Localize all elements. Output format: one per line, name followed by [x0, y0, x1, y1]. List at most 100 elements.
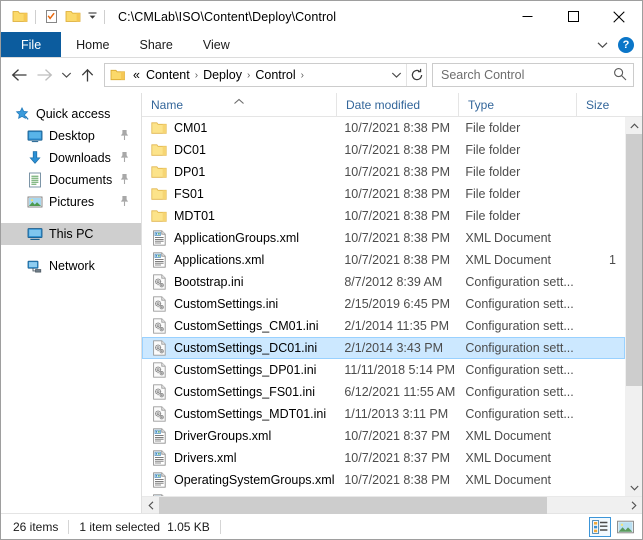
- explorer-app-icon[interactable]: [9, 6, 31, 28]
- pin-icon[interactable]: [119, 173, 133, 188]
- table-row[interactable]: OperatingSystems.xml 10/7/2021 8:38 PMXML…: [142, 491, 625, 496]
- breadcrumb[interactable]: « Content › Deploy › Control ›: [104, 63, 427, 87]
- selection-count-label: 1 item selected: [79, 519, 161, 534]
- sidebar-item-network[interactable]: Network: [1, 255, 141, 277]
- file-name-label: CustomSettings_DC01.ini: [174, 341, 318, 355]
- cell-name: FS01: [143, 186, 336, 202]
- cell-date-modified: 10/7/2021 8:38 PM: [344, 473, 450, 487]
- column-date-modified[interactable]: Date modified: [337, 92, 459, 117]
- search-icon[interactable]: [613, 67, 627, 84]
- file-name-label: CM01: [174, 121, 208, 135]
- cell-date-modified: 11/11/2018 5:14 PM: [344, 363, 456, 377]
- breadcrumb-separator-icon[interactable]: ›: [245, 70, 252, 81]
- file-name-label: Bootstrap.ini: [174, 275, 244, 289]
- cell-name: MDT01: [143, 208, 336, 224]
- table-row[interactable]: FS01 10/7/2021 8:38 PM File folder: [142, 183, 625, 205]
- file-name-label: ApplicationGroups.xml: [174, 231, 300, 245]
- table-row[interactable]: CustomSettings_DC01.ini 2/1/2014 3:43 PM C…: [142, 337, 625, 359]
- column-headers: Name Date modified Type Size: [142, 92, 642, 117]
- scroll-left-button[interactable]: [142, 497, 159, 513]
- sidebar-item-this-pc[interactable]: This PC: [1, 223, 141, 245]
- sidebar-item-downloads[interactable]: Downloads: [1, 147, 141, 169]
- table-row[interactable]: CustomSettings_CM01.ini 2/1/2014 11:35 PM…: [142, 315, 625, 337]
- cell-type: File folder: [465, 165, 521, 179]
- sidebar-item-desktop[interactable]: Desktop: [1, 125, 141, 147]
- tab-home[interactable]: Home: [61, 32, 124, 57]
- breadcrumb-overflow[interactable]: «: [130, 68, 143, 82]
- column-name[interactable]: Name: [142, 92, 337, 117]
- documents-icon: [27, 172, 43, 188]
- help-icon[interactable]: ?: [618, 36, 634, 53]
- refresh-icon[interactable]: [406, 64, 426, 86]
- table-row[interactable]: ApplicationGroups.xml 10/7/2021 8:38 PM XM…: [142, 227, 625, 249]
- table-row[interactable]: CustomSettings_DP01.ini 11/11/2018 5:14 P…: [142, 359, 625, 381]
- title-bar: C:\CMLab\ISO\Content\Deploy\Control: [1, 1, 642, 32]
- column-size[interactable]: Size: [577, 93, 627, 117]
- folder-icon: [151, 120, 167, 136]
- forward-button[interactable]: [32, 62, 57, 88]
- cell-type: Configuration sett...: [465, 363, 574, 377]
- file-name-label: FS01: [174, 187, 204, 201]
- back-button[interactable]: [7, 62, 32, 88]
- large-icons-view-button[interactable]: [614, 517, 636, 537]
- xml-document-icon: [151, 472, 167, 488]
- up-button[interactable]: [75, 62, 100, 88]
- tab-share[interactable]: Share: [125, 32, 188, 57]
- minimize-button[interactable]: [504, 1, 550, 32]
- horizontal-scroll-thumb[interactable]: [159, 497, 547, 514]
- selection-size-label: 1.05 KB: [167, 519, 210, 534]
- column-type[interactable]: Type: [459, 92, 577, 117]
- table-row[interactable]: DriverGroups.xml 10/7/2021 8:37 PM XML Doc…: [142, 425, 625, 447]
- breadcrumb-separator-icon[interactable]: ›: [193, 70, 200, 81]
- table-row[interactable]: CustomSettings_FS01.ini 6/12/2021 11:55 A…: [142, 381, 625, 403]
- cell-type: Configuration sett...: [465, 341, 574, 355]
- sidebar-item-pictures[interactable]: Pictures: [1, 191, 141, 213]
- cell-type: XML Document: [465, 451, 552, 465]
- pin-icon[interactable]: [119, 151, 133, 166]
- close-button[interactable]: [596, 1, 642, 32]
- breadcrumb-item-control[interactable]: Control: [252, 68, 298, 82]
- folder-icon: [151, 186, 167, 202]
- table-row[interactable]: MDT01 10/7/2021 8:38 PM File folder: [142, 205, 625, 227]
- chevron-down-icon[interactable]: [593, 41, 612, 49]
- table-row[interactable]: CustomSettings.ini 2/15/2019 6:45 PM Confi…: [142, 293, 625, 315]
- customize-qat-icon[interactable]: [84, 6, 100, 28]
- qat-divider-2: [104, 9, 105, 24]
- table-row[interactable]: CustomSettings_MDT01.ini 1/11/2013 3:11 P…: [142, 403, 625, 425]
- search-input[interactable]: Search Control: [432, 63, 634, 87]
- chevron-down-icon[interactable]: [386, 64, 406, 86]
- details-view-button[interactable]: [589, 516, 611, 537]
- table-row[interactable]: OperatingSystemGroups.xml 10/7/2021 8:38 …: [142, 469, 625, 491]
- cell-date-modified: 10/7/2021 8:38 PM: [344, 165, 450, 179]
- ini-file-icon: [151, 406, 167, 422]
- breadcrumb-separator-icon[interactable]: ›: [299, 70, 306, 81]
- tab-view[interactable]: View: [188, 32, 245, 57]
- pin-icon[interactable]: [119, 195, 133, 210]
- breadcrumb-item-content[interactable]: Content: [143, 68, 193, 82]
- cell-name: OperatingSystemGroups.xml: [143, 472, 336, 488]
- new-folder-icon[interactable]: [62, 6, 84, 28]
- breadcrumb-item-deploy[interactable]: Deploy: [200, 68, 245, 82]
- scroll-up-button[interactable]: [626, 117, 642, 134]
- sidebar-item-quick-access[interactable]: Quick access: [1, 103, 141, 125]
- horizontal-scroll-track[interactable]: [159, 497, 625, 514]
- table-row[interactable]: Drivers.xml 10/7/2021 8:37 PM XML Document: [142, 447, 625, 469]
- maximize-button[interactable]: [550, 1, 596, 32]
- scroll-right-button[interactable]: [625, 497, 642, 513]
- vertical-scrollbar[interactable]: [625, 117, 642, 496]
- table-row[interactable]: DP01 10/7/2021 8:38 PM File folder: [142, 161, 625, 183]
- pin-icon[interactable]: [119, 129, 133, 144]
- sidebar-item-documents[interactable]: Documents: [1, 169, 141, 191]
- properties-icon[interactable]: [40, 6, 62, 28]
- ribbon-tab-bar: File Home Share View ?: [1, 32, 642, 58]
- table-row[interactable]: Bootstrap.ini 8/7/2012 8:39 AM Configurati…: [142, 271, 625, 293]
- recent-locations-icon[interactable]: [57, 62, 75, 88]
- tab-file[interactable]: File: [1, 32, 62, 57]
- horizontal-scrollbar[interactable]: [142, 496, 642, 514]
- table-row[interactable]: Applications.xml 10/7/2021 8:38 PM XML Doc…: [142, 249, 625, 271]
- vertical-scroll-track[interactable]: [626, 134, 642, 479]
- scroll-down-button[interactable]: [626, 479, 642, 496]
- vertical-scroll-thumb[interactable]: [626, 134, 642, 386]
- table-row[interactable]: DC01 10/7/2021 8:38 PM File folder: [142, 139, 625, 161]
- table-row[interactable]: CM01 10/7/2021 8:38 PM File folder: [142, 117, 625, 139]
